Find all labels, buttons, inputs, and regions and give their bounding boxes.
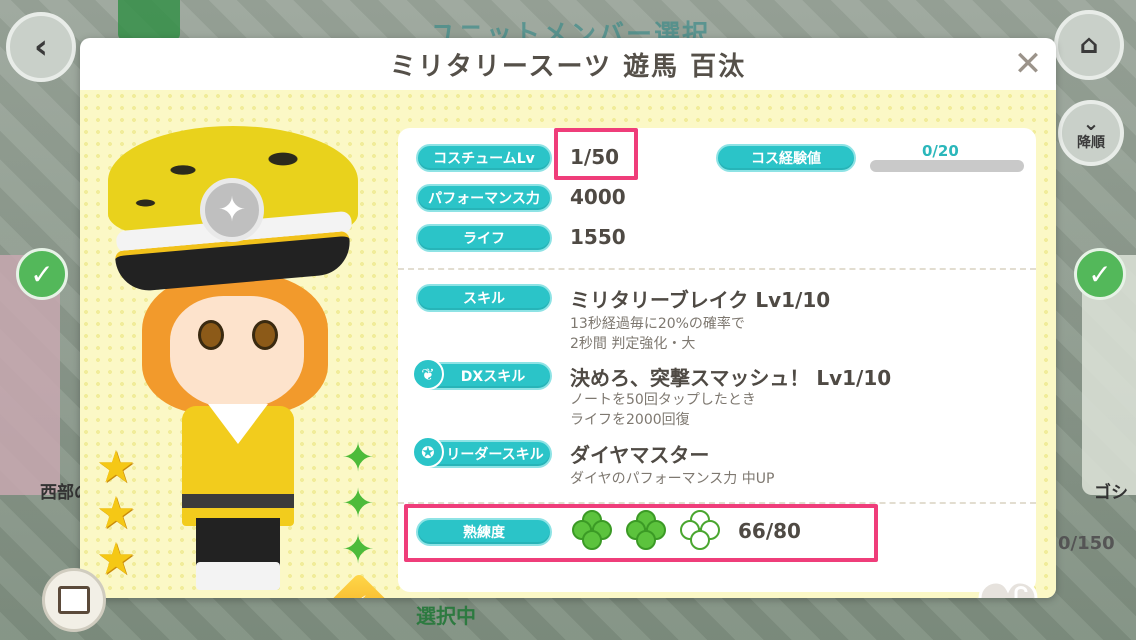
chevron-left-icon: ‹ — [33, 27, 48, 67]
costume-lock-button[interactable] — [978, 578, 1044, 598]
sparkle-icon: ✦ — [341, 481, 375, 527]
star-badge-icon: ✦ — [200, 178, 264, 242]
cos-exp-value: 0/20 — [922, 142, 959, 160]
sparkle-icon: ✦ — [341, 527, 375, 573]
leader-skill-pill: ✪ リーダースキル — [412, 436, 552, 468]
costume-lv-highlight — [554, 128, 638, 180]
leader-skill-name: ダイヤマスター — [570, 443, 710, 467]
photo-button[interactable] — [42, 568, 106, 632]
proficiency-highlight — [404, 504, 878, 562]
sort-label: 降順 — [1077, 135, 1105, 151]
life-label: ライフ — [416, 224, 552, 252]
cos-exp-bar — [870, 160, 1024, 172]
close-button[interactable]: ✕ — [1010, 44, 1046, 84]
performance-label: パフォーマンス力 — [416, 184, 552, 212]
info-panel: コスチュームLv 1/50 コス経験値 0/20 パフォーマンス力 4000 ラ… — [398, 128, 1036, 592]
check-icon: ✓ — [16, 248, 68, 300]
home-icon: ⌂ — [1079, 30, 1099, 60]
skill-desc: 13秒経過毎に20%の確率で 2秒間 判定強化・大 — [570, 316, 745, 352]
wing-icon: ❦ — [412, 358, 444, 390]
dx-skill-desc: ノートを50回タップしたとき ライフを2000回復 — [570, 392, 756, 428]
modal-body: ✦ ★★★ ✦ ✦ ✦ ⚡ コスチュームLv 1/50 コス経験値 0/20 パ… — [80, 90, 1056, 598]
dx-skill-name: 決めろ、突撃スマッシュ！ Lv1/10 — [570, 366, 892, 390]
member-count: 0/150 — [1058, 533, 1115, 554]
chevron-down-icon: ⌄ — [1082, 111, 1100, 135]
photo-icon — [58, 586, 90, 614]
costume-lv-label: コスチュームLv — [416, 144, 552, 172]
sort-button[interactable]: ⌄ 降順 — [1058, 100, 1124, 166]
modal-title: ミリタリースーツ 遊馬 百汰 — [389, 51, 747, 82]
dx-skill-pill: ❦ DXスキル — [412, 358, 552, 390]
sparkle-icon: ✦ — [341, 435, 375, 481]
home-button[interactable]: ⌂ — [1054, 10, 1124, 80]
close-icon: ✕ — [1013, 44, 1043, 84]
star-icon: ★ — [96, 442, 136, 493]
costume-detail-modal: ミリタリースーツ 遊馬 百汰 ✕ ✦ ★★★ ✦ ✦ ✦ ⚡ コスチュームLv … — [80, 38, 1056, 598]
life-value: 1550 — [570, 225, 626, 249]
heart-lock-icon — [978, 580, 1038, 598]
performance-value: 4000 — [570, 185, 626, 209]
dx-skill-label: DXスキル — [460, 369, 526, 385]
skill-label: スキル — [416, 284, 552, 312]
back-button[interactable]: ‹ — [6, 12, 76, 82]
star-icon: ★ — [96, 534, 136, 585]
cos-exp-label: コス経験値 — [716, 144, 856, 172]
star-icon: ★ — [96, 488, 136, 539]
flag-icon — [118, 0, 180, 40]
right-card-label: ゴシ — [1094, 483, 1128, 503]
leader-skill-desc: ダイヤのパフォーマンス力 中UP — [570, 471, 775, 487]
check-icon: ✓ — [1074, 248, 1126, 300]
medal-icon: ✪ — [412, 436, 444, 468]
selected-label: 選択中 — [416, 604, 476, 628]
skill-name: ミリタリーブレイク Lv1/10 — [570, 288, 831, 312]
